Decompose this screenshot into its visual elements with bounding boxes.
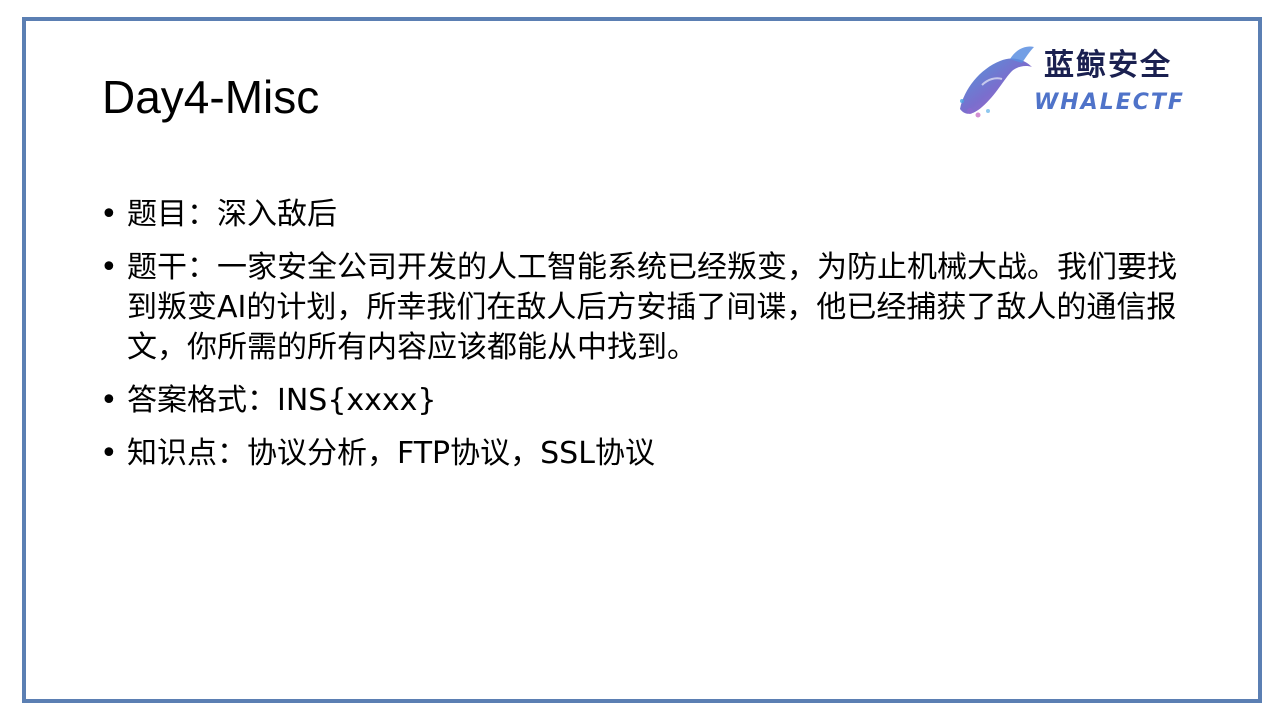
bullet-marker: • [100, 436, 118, 471]
bullet-marker: • [100, 383, 118, 418]
bullet-item-title: • 题目：深入敌后 [100, 195, 1180, 235]
bullet-text: 题目：深入敌后 [127, 197, 337, 232]
bullet-text: 答案格式：INS{xxxx} [127, 383, 437, 418]
bullet-marker: • [100, 197, 118, 232]
slide-frame: Day4-Misc 蓝鲸安全 WHALECTF • 题目：深入敌后 • 题干：一… [22, 17, 1262, 703]
bullet-marker: • [100, 250, 118, 285]
logo-name-en: WHALECTF [1034, 90, 1185, 115]
whalectf-logo: 蓝鲸安全 WHALECTF [952, 39, 1242, 121]
logo-name-cn: 蓝鲸安全 [1044, 48, 1172, 83]
bullet-text: 知识点：协议分析，FTP协议，SSL协议 [127, 436, 655, 471]
bullet-item-description: • 题干：一家安全公司开发的人工智能系统已经叛变，为防止机械大战。我们要找到叛变… [100, 248, 1180, 368]
slide-title: Day4-Misc [102, 71, 320, 123]
bullet-item-knowledge: • 知识点：协议分析，FTP协议，SSL协议 [100, 434, 1180, 474]
bullet-item-answer-format: • 答案格式：INS{xxxx} [100, 381, 1180, 421]
bullet-text: 题干：一家安全公司开发的人工智能系统已经叛变，为防止机械大战。我们要找到叛变AI… [127, 250, 1177, 365]
bullet-list: • 题目：深入敌后 • 题干：一家安全公司开发的人工智能系统已经叛变，为防止机械… [100, 195, 1180, 487]
whale-logo-icon [960, 46, 1034, 118]
